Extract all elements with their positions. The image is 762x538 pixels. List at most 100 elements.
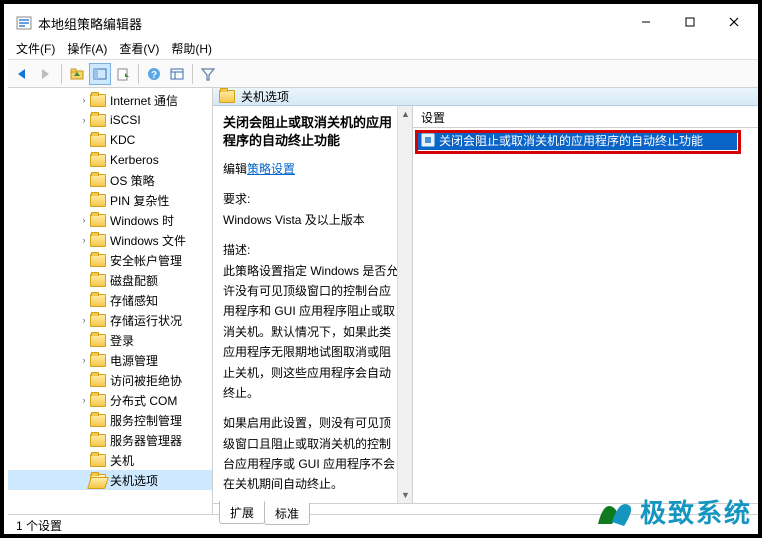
policy-list-item[interactable]: 关闭会阻止或取消关机的应用程序的自动终止功能 [417,130,737,150]
back-button[interactable] [12,63,34,85]
tree-item-label: Windows 文件 [110,232,186,249]
expand-icon[interactable]: › [78,315,90,325]
menu-help[interactable]: 帮助(H) [171,40,212,57]
menubar: 文件(F) 操作(A) 查看(V) 帮助(H) [8,38,758,60]
titlebar: 本地组策略编辑器 [8,8,758,38]
tree-item[interactable]: 登录 [8,330,212,350]
expand-icon[interactable]: › [78,355,90,365]
tree-item[interactable]: › Internet 通信 [8,90,212,110]
toolbar: ? [8,60,758,88]
show-hide-tree-button[interactable] [89,63,111,85]
tree-item[interactable]: › iSCSI [8,110,212,130]
tree-item-label: iSCSI [110,113,141,127]
folder-icon [90,214,106,227]
export-list-button[interactable] [112,63,134,85]
folder-icon [90,474,106,487]
tree-item[interactable]: › 电源管理 [8,350,212,370]
folder-icon [90,414,106,427]
folder-icon [90,434,106,447]
tree-item-label: Internet 通信 [110,92,178,109]
tree-item[interactable]: › 分布式 COM [8,390,212,410]
folder-icon [90,394,106,407]
expand-icon[interactable]: › [78,95,90,105]
edit-policy-link[interactable]: 策略设置 [247,162,295,176]
folder-icon [90,114,106,127]
description-pane: 关闭会阻止或取消关机的应用程序的自动终止功能 编辑策略设置 要求:Windows… [213,106,413,503]
properties-button[interactable] [166,63,188,85]
expand-icon[interactable]: › [78,395,90,405]
tree-item-label: 分布式 COM [110,392,177,409]
maximize-button[interactable] [668,8,712,36]
scrollbar[interactable]: ▲▼ [397,106,413,503]
tree-item[interactable]: 服务器管理器 [8,430,212,450]
expand-icon[interactable]: › [78,215,90,225]
tree-item-label: 服务器管理器 [110,432,182,449]
tree-item-label: 关机选项 [110,472,158,489]
tree-item-label: Windows 时 [110,212,174,229]
tree-item-label: Kerberos [110,153,159,167]
tree-item[interactable]: 磁盘配额 [8,270,212,290]
tree-item[interactable]: 关机 [8,450,212,470]
tab-standard[interactable]: 标准 [264,503,310,525]
tree-item-label: 电源管理 [110,352,158,369]
tree-item-label: 服务控制管理 [110,412,182,429]
column-header-setting[interactable]: 设置 [413,106,758,128]
menu-file[interactable]: 文件(F) [16,40,55,57]
tree-item[interactable]: › Windows 时 [8,210,212,230]
content-header-title: 关机选项 [241,88,289,105]
svg-text:?: ? [151,70,157,81]
up-button[interactable] [66,63,88,85]
menu-action[interactable]: 操作(A) [67,40,107,57]
folder-icon [90,174,106,187]
tree-item[interactable]: 存储感知 [8,290,212,310]
watermark: 极致系统 [592,490,752,532]
tree-item[interactable]: 关机选项 [8,470,212,490]
folder-icon [90,454,106,467]
content-header: 关机选项 [213,88,758,106]
tree-item-label: 关机 [110,452,134,469]
watermark-icon [592,490,634,532]
policy-icon [421,133,435,147]
tree-item[interactable]: 访问被拒绝协 [8,370,212,390]
folder-icon [90,234,106,247]
help-button[interactable]: ? [143,63,165,85]
app-icon [16,15,32,31]
tree-item-label: 磁盘配额 [110,272,158,289]
tree-item-label: 存储感知 [110,292,158,309]
settings-list: 设置 关闭会阻止或取消关机的应用程序的自动终止功能 [413,106,758,503]
expand-icon[interactable]: › [78,115,90,125]
folder-icon [90,254,106,267]
tree-item[interactable]: › 存储运行状况 [8,310,212,330]
tree-item-label: OS 策略 [110,172,155,189]
tree-item-label: KDC [110,133,135,147]
folder-icon [90,134,106,147]
tree-item[interactable]: KDC [8,130,212,150]
tree-item[interactable]: 服务控制管理 [8,410,212,430]
minimize-button[interactable] [624,8,668,36]
tree-item[interactable]: OS 策略 [8,170,212,190]
folder-icon [219,90,235,103]
tree-panel[interactable]: › Internet 通信 › iSCSI KDC Kerberos OS 策略 PIN 复杂… [8,88,213,514]
tree-item-label: 存储运行状况 [110,312,182,329]
tree-item-label: PIN 复杂性 [110,192,169,209]
tree-item-label: 登录 [110,332,134,349]
menu-view[interactable]: 查看(V) [119,40,159,57]
expand-icon[interactable]: › [78,235,90,245]
folder-icon [90,354,106,367]
tab-extended[interactable]: 扩展 [219,501,265,524]
filter-button[interactable] [197,63,219,85]
forward-button[interactable] [35,63,57,85]
tree-item[interactable]: 安全帐户管理 [8,250,212,270]
folder-icon [90,294,106,307]
window-title: 本地组策略编辑器 [38,14,142,33]
tree-item-label: 安全帐户管理 [110,252,182,269]
tree-item[interactable]: › Windows 文件 [8,230,212,250]
tree-item[interactable]: Kerberos [8,150,212,170]
tree-item-label: 访问被拒绝协 [110,372,182,389]
folder-icon [90,94,106,107]
folder-icon [90,274,106,287]
folder-icon [90,194,106,207]
tree-item[interactable]: PIN 复杂性 [8,190,212,210]
close-button[interactable] [712,8,756,36]
policy-title: 关闭会阻止或取消关机的应用程序的自动终止功能 [223,114,402,150]
